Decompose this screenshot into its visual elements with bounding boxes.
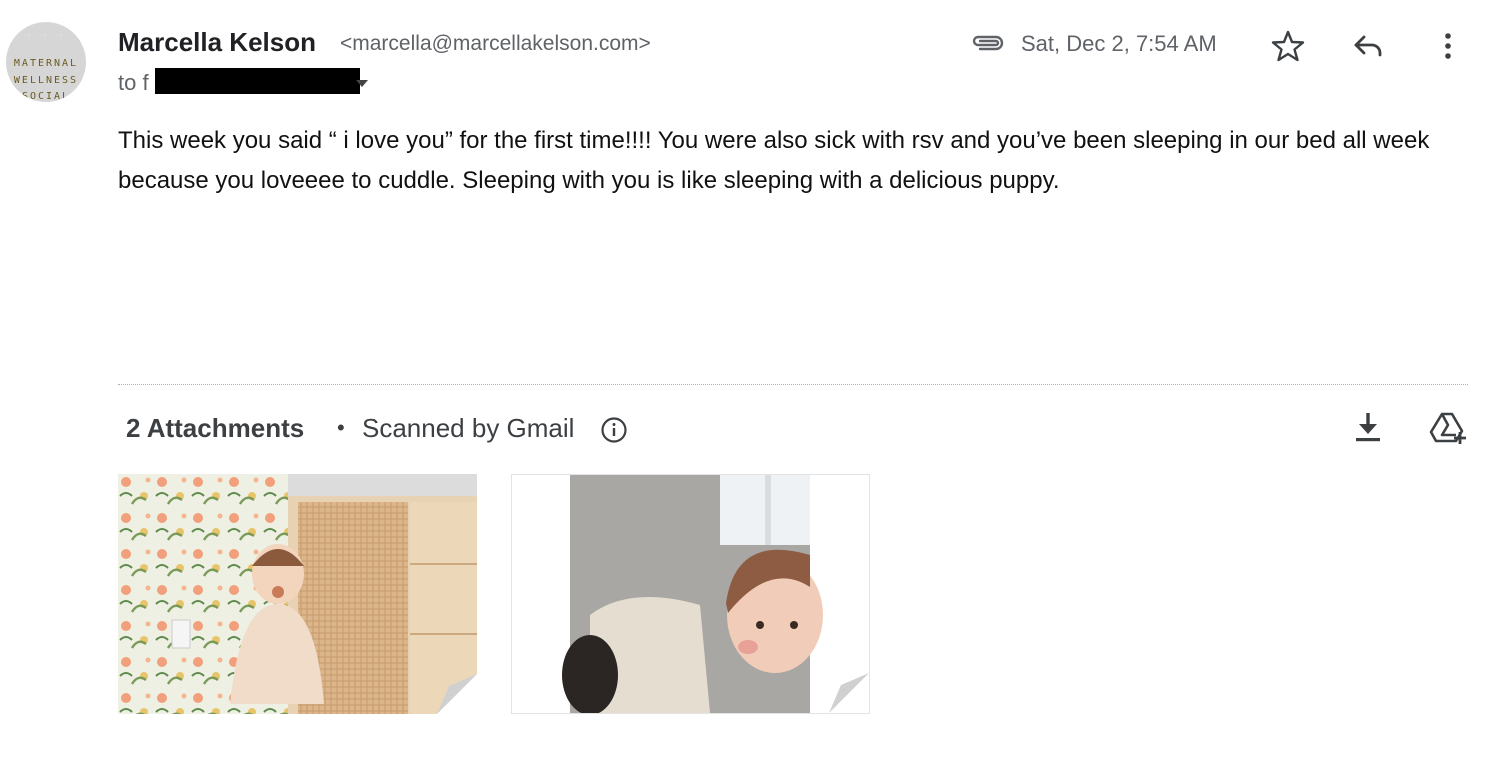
- attachments-separator: •: [337, 415, 345, 440]
- message-body: This week you said “ i love you” for the…: [118, 127, 1430, 194]
- avatar-logo-top: · · ·: [25, 30, 67, 41]
- attachments-divider: [118, 384, 1468, 385]
- sender-name[interactable]: Marcella Kelson: [118, 27, 316, 58]
- attachment-thumbnail-2[interactable]: [511, 474, 870, 714]
- scanned-by-gmail-label: Scanned by Gmail: [362, 413, 575, 443]
- redaction-bar: [155, 68, 360, 94]
- sender-avatar[interactable]: · · · MATERNAL WELLNESS SOCIAL: [6, 22, 86, 102]
- attachment-fold-corner-1: [437, 674, 477, 714]
- sender-email: <marcella@marcellakelson.com>: [340, 32, 651, 55]
- message-date: Sat, Dec 2, 7:54 AM: [1021, 31, 1217, 56]
- recipient-details-caret-icon[interactable]: [356, 80, 368, 87]
- star-icon[interactable]: [1270, 28, 1306, 64]
- avatar-logo-line-1: MATERNAL: [13, 58, 79, 69]
- attachment-thumbnail-1[interactable]: [118, 474, 477, 714]
- more-vert-icon[interactable]: [1430, 28, 1466, 64]
- download-icon[interactable]: [1352, 410, 1384, 444]
- attachment-icon: [972, 35, 1004, 51]
- reply-icon[interactable]: [1350, 28, 1386, 64]
- attachments-count: 2 Attachments: [126, 413, 305, 443]
- avatar-logo-line-2: WELLNESS: [13, 75, 79, 86]
- info-icon[interactable]: [600, 416, 628, 444]
- attachment-image-1: [118, 474, 477, 714]
- add-to-drive-icon[interactable]: [1428, 410, 1468, 446]
- recipient-line: to f: [118, 70, 149, 95]
- avatar-logo-line-3: SOCIAL: [21, 91, 71, 102]
- attachment-image-2: [512, 475, 869, 713]
- attachment-fold-corner-2: [829, 673, 869, 713]
